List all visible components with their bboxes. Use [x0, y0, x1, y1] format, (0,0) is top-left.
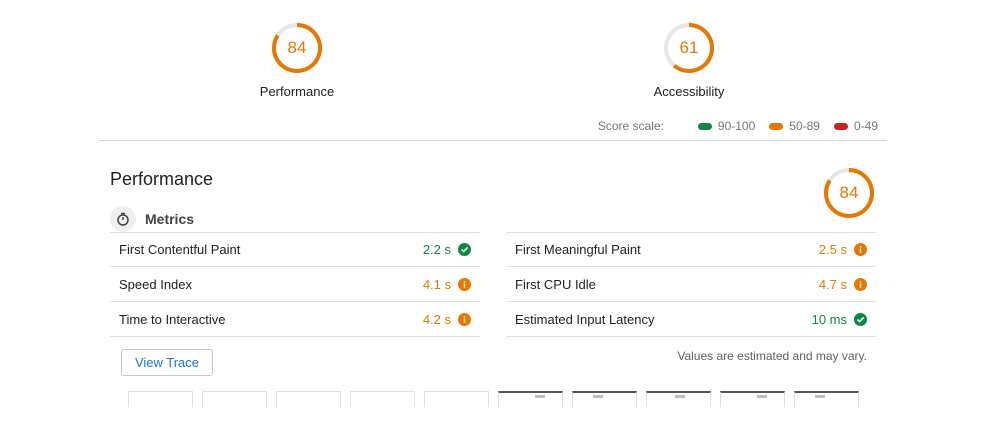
scale-range-label: 90-100 — [717, 119, 756, 133]
filmstrip-frame[interactable] — [202, 391, 267, 407]
score-scale-title: Score scale: — [597, 119, 664, 133]
check-icon — [854, 312, 867, 326]
metric-value: 10 ms — [811, 311, 847, 327]
filmstrip-frame[interactable] — [794, 391, 859, 407]
filmstrip-frame[interactable] — [424, 391, 489, 407]
info-icon — [854, 277, 867, 291]
filmstrip-frame[interactable] — [350, 391, 415, 407]
pass-pill-icon — [697, 122, 712, 130]
metric-name: Time to Interactive — [119, 311, 226, 327]
performance-score-gauge[interactable]: 84 Performance — [217, 21, 377, 99]
metric-value: 4.2 s — [422, 311, 451, 327]
metric-value: 4.1 s — [422, 276, 451, 292]
metric-row: First Contentful Paint 2.2 s — [110, 232, 480, 267]
accessibility-score: 61 — [679, 38, 699, 57]
metric-name: First Meaningful Paint — [515, 242, 641, 257]
filmstrip-frame[interactable] — [128, 391, 193, 407]
average-pill-icon — [769, 122, 784, 130]
performance-score: 84 — [287, 38, 307, 57]
accessibility-label: Accessibility — [653, 84, 725, 99]
metric-row: First CPU Idle 4.7 s — [506, 267, 876, 302]
score-scale-pass: 90-100 — [697, 119, 756, 133]
view-trace-button[interactable]: View Trace — [121, 349, 213, 376]
score-scale-average: 50-89 — [769, 119, 820, 133]
metrics-header: Metrics — [110, 206, 194, 232]
estimate-note: Values are estimated and may vary. — [677, 349, 867, 363]
metrics-label: Metrics — [145, 211, 195, 227]
metric-value: 2.2 s — [422, 242, 451, 257]
fail-pill-icon — [833, 122, 848, 130]
performance-label: Performance — [259, 84, 335, 99]
divider — [99, 140, 887, 141]
metrics-left-column: First Contentful Paint 2.2 s Speed Index 4.… — [110, 232, 480, 337]
metric-row: First Meaningful Paint 2.5 s — [506, 232, 876, 267]
metric-row: Estimated Input Latency 10 ms — [506, 302, 876, 337]
filmstrip — [128, 391, 868, 407]
metrics-right-column: First Meaningful Paint 2.5 s First CPU Idl… — [506, 232, 876, 337]
metric-row: Time to Interactive 4.2 s — [110, 302, 480, 337]
filmstrip-frame[interactable] — [572, 391, 637, 407]
scale-range-label: 0-49 — [853, 119, 878, 133]
metric-name: First Contentful Paint — [119, 242, 241, 257]
metric-name: Estimated Input Latency — [515, 311, 655, 327]
score-scale-fail: 0-49 — [833, 119, 878, 133]
check-icon — [458, 243, 471, 256]
section-title: Performance — [110, 169, 214, 189]
section-score: 84 — [839, 183, 859, 202]
metric-value: 2.5 s — [818, 242, 847, 257]
filmstrip-frame[interactable] — [646, 391, 711, 407]
section-score-gauge: 84 — [822, 166, 876, 220]
stopwatch-icon — [110, 206, 136, 232]
metric-row: Speed Index 4.1 s — [110, 267, 480, 302]
score-scale-legend: Score scale: 90-100 50-89 0-49 — [598, 119, 878, 133]
metric-value: 4.7 s — [818, 276, 847, 292]
info-icon — [458, 312, 471, 326]
accessibility-score-gauge[interactable]: 61 Accessibility — [609, 21, 769, 99]
info-icon — [458, 277, 471, 291]
info-icon — [854, 243, 867, 256]
metric-name: Speed Index — [119, 276, 193, 292]
filmstrip-frame[interactable] — [276, 391, 341, 407]
metric-name: First CPU Idle — [515, 276, 596, 292]
filmstrip-frame[interactable] — [498, 391, 563, 407]
filmstrip-frame[interactable] — [720, 391, 785, 407]
scale-range-label: 50-89 — [789, 119, 820, 133]
